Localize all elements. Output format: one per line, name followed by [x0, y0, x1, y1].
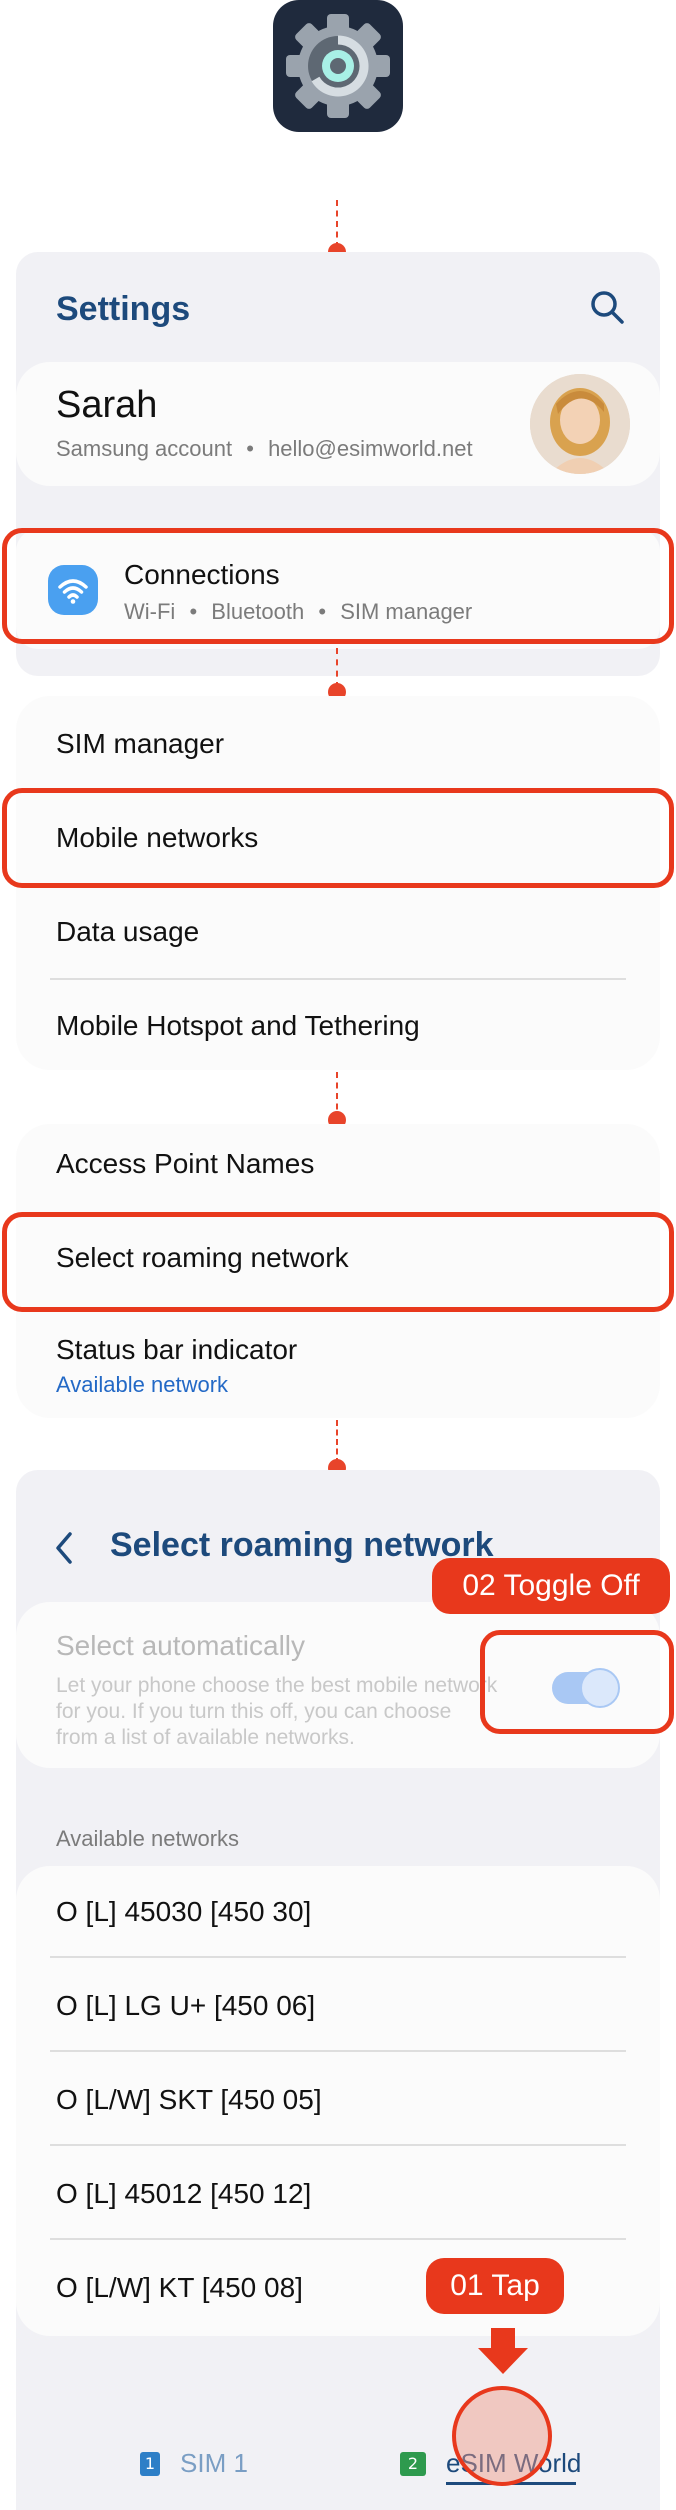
- back-arrow-icon[interactable]: [50, 1528, 80, 1568]
- esim-badge: 2: [400, 2452, 426, 2476]
- select-automatically-desc-3: from a list of available networks.: [56, 1726, 355, 1749]
- sim-tab-1[interactable]: 1 SIM 1: [140, 2446, 260, 2486]
- divider: [50, 1956, 626, 1958]
- roaming-title: Select roaming network: [110, 1526, 494, 1564]
- callout-tap: 01 Tap: [426, 2258, 564, 2314]
- divider: [50, 2050, 626, 2052]
- menu-item-status-bar-indicator[interactable]: Status bar indicator: [56, 1334, 297, 1366]
- network-item[interactable]: O [L] LG U+ [450 06]: [56, 1990, 315, 2022]
- down-arrow-icon: [478, 2328, 528, 2374]
- network-item[interactable]: O [L/W] KT [450 08]: [56, 2272, 303, 2304]
- highlight-select-roaming: [2, 1212, 674, 1312]
- profile-card[interactable]: Sarah Samsung account • hello@esimworld.…: [16, 362, 660, 486]
- select-automatically-label: Select automatically: [56, 1630, 306, 1661]
- divider: [50, 2238, 626, 2240]
- highlight-mobile-networks: [2, 788, 674, 888]
- menu-item-data-usage[interactable]: Data usage: [56, 916, 199, 948]
- available-networks-header: Available networks: [56, 1826, 240, 1851]
- search-icon[interactable]: [588, 288, 628, 328]
- settings-gear-icon: [286, 14, 390, 118]
- sim-1-badge: 1: [140, 2452, 160, 2476]
- account-email: hello@esimworld.net: [268, 436, 473, 461]
- sim-1-label: SIM 1: [180, 2448, 248, 2478]
- page-title: Settings: [56, 290, 191, 328]
- select-automatically-desc-1: Let your phone choose the best mobile ne…: [56, 1674, 498, 1697]
- roaming-screen: Select roaming network Select automatica…: [16, 1470, 660, 2510]
- network-item[interactable]: O [L/W] SKT [450 05]: [56, 2084, 322, 2116]
- network-list: O [L] 45030 [450 30] O [L] LG U+ [450 06…: [16, 1866, 660, 2336]
- divider: [50, 978, 626, 980]
- select-automatically-desc-2: for you. If you turn this off, you can c…: [56, 1700, 452, 1723]
- profile-account-line: Samsung account • hello@esimworld.net: [56, 436, 473, 462]
- divider: [50, 2144, 626, 2146]
- profile-name: Sarah: [56, 384, 158, 426]
- status-bar-indicator-value: Available network: [56, 1372, 229, 1397]
- callout-toggle-off: 02 Toggle Off: [432, 1558, 670, 1614]
- menu-item-sim-manager[interactable]: SIM manager: [56, 728, 224, 760]
- account-label: Samsung account: [56, 436, 233, 461]
- network-item[interactable]: O [L] 45030 [450 30]: [56, 1896, 311, 1928]
- separator-dot: •: [246, 436, 254, 461]
- tap-indicator: [452, 2386, 552, 2486]
- network-item[interactable]: O [L] 45012 [450 12]: [56, 2178, 311, 2210]
- highlight-toggle: [480, 1630, 674, 1734]
- menu-item-apn[interactable]: Access Point Names: [56, 1148, 314, 1180]
- highlight-connections: [2, 528, 674, 644]
- avatar: [530, 374, 630, 474]
- settings-app-icon: [273, 0, 403, 132]
- menu-item-hotspot[interactable]: Mobile Hotspot and Tethering: [56, 1010, 420, 1042]
